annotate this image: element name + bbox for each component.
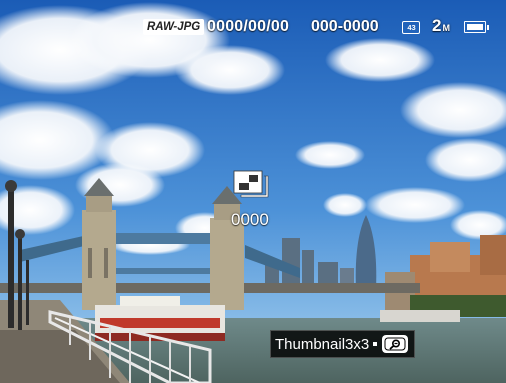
frame-counter: 0000 [231, 210, 269, 229]
image-size: 2M [432, 16, 450, 36]
battery-full-icon [464, 21, 489, 33]
zoom-out-lever-icon [382, 335, 409, 353]
format-badge: RAW-JPG [143, 19, 205, 35]
file-number: 000-0000 [311, 18, 379, 35]
multi-frame-icon [233, 170, 269, 198]
date-display: 0000/00/00 [207, 18, 290, 35]
playback-screen: RAW-JPG 0000/00/00 000-0000 43 2M 0000 T… [0, 0, 506, 383]
hint-separator [373, 342, 378, 346]
image-size-unit: M [442, 23, 450, 33]
svg-text:43: 43 [407, 23, 415, 32]
image-size-value: 2 [432, 16, 442, 35]
thumbnail-hint[interactable]: Thumbnail3x3 [270, 330, 416, 358]
hint-label: Thumbnail3x3 [275, 335, 370, 353]
ratio-4-3-icon: 43 [402, 21, 420, 34]
